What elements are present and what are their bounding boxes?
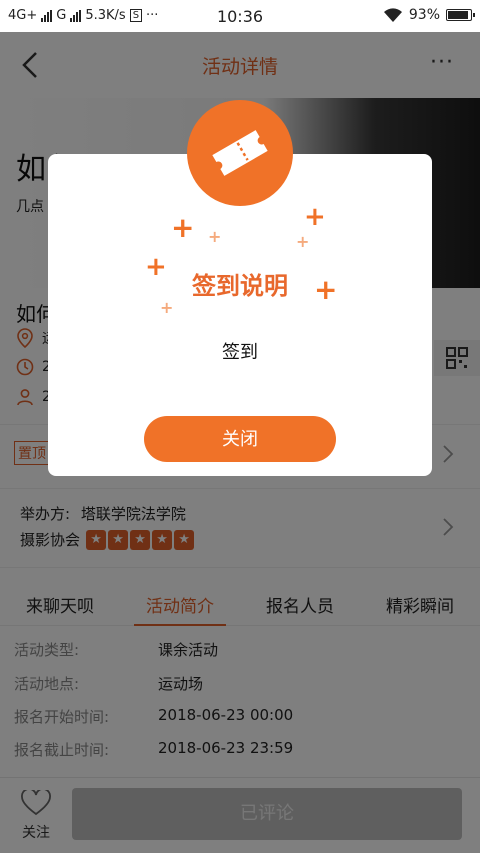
sparkle-icon: + [296,232,310,251]
sparkle-icon: + [304,202,326,232]
battery-icon [446,9,475,21]
sparkle-icon: + [171,211,195,244]
wifi-icon [383,8,402,22]
status-right: 93% [383,7,475,23]
battery-percent: 93% [408,7,440,23]
dialog-body: 签到 [222,342,258,363]
ticket-icon [212,130,268,176]
close-button[interactable]: 关闭 [144,416,336,462]
sparkle-icon: + [208,227,222,246]
sparkle-icon: + [160,298,174,317]
status-bar: 4G+ G 5.3K/s S ··· 10:36 93% [0,0,480,32]
ticket-badge [187,100,293,206]
dialog-title: 签到说明 [192,272,288,300]
